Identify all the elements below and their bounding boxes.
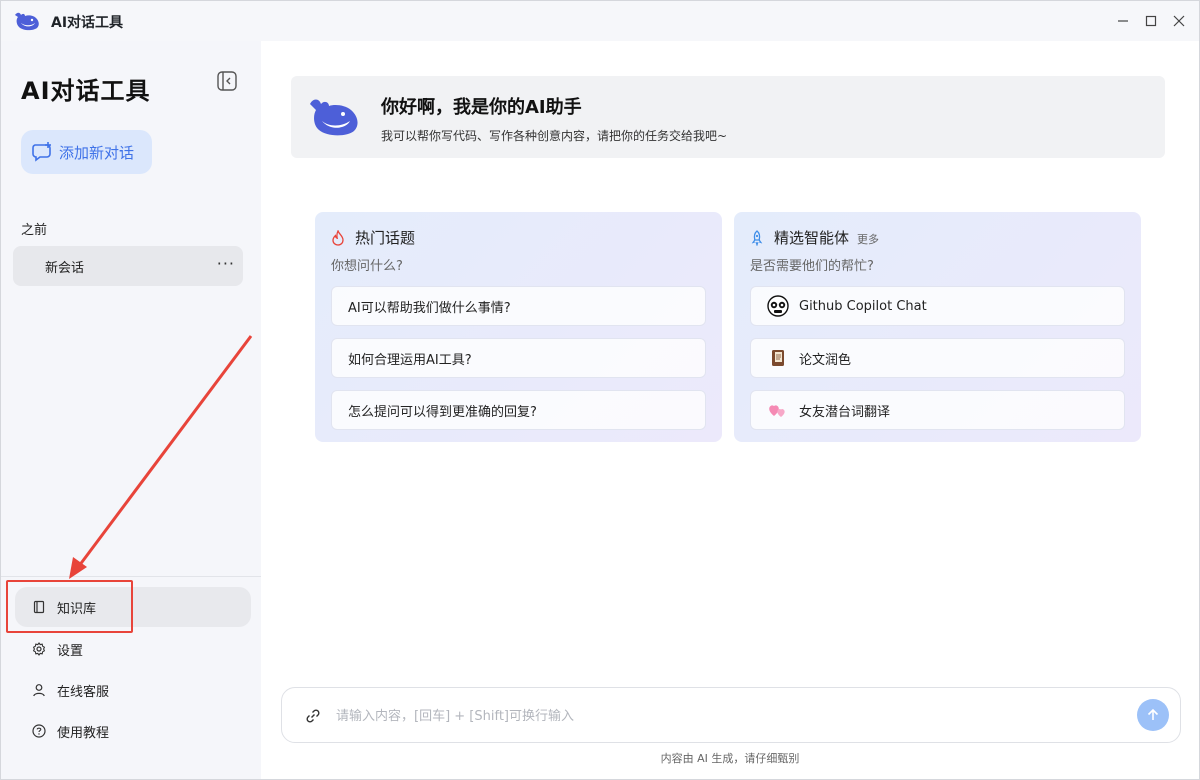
ai-disclaimer: 内容由 AI 生成，请仔细甄别 xyxy=(660,752,800,765)
history-section-label: 之前 xyxy=(21,223,48,238)
agent-item[interactable]: Github Copilot Chat xyxy=(750,286,1125,326)
hot-topics-card: 热门话题 你想问什么? AI可以帮助我们做什么事情? 如何合理运用AI工具? 怎… xyxy=(315,212,722,442)
sidebar-item-settings[interactable]: 设置 xyxy=(15,629,251,669)
close-icon xyxy=(1173,15,1185,27)
featured-agents-title: 精选智能体 xyxy=(774,229,850,247)
sidebar-item-knowledge-base[interactable]: 知识库 xyxy=(15,587,251,627)
add-new-chat-button[interactable]: 添加新对话 xyxy=(21,130,152,174)
sidebar-item-label: 知识库 xyxy=(57,601,97,617)
sidebar-brand-title: AI对话工具 xyxy=(21,77,151,105)
hearts-icon xyxy=(767,399,789,421)
more-agents-link[interactable]: 更多 xyxy=(857,231,879,247)
book-icon xyxy=(31,599,47,615)
agent-label: Github Copilot Chat xyxy=(799,298,927,314)
sidebar-item-online-support[interactable]: 在线客服 xyxy=(15,670,251,710)
app-window: AI对话工具 AI对话工具 添加新对话 之前 新会话 ··· 知识库 设置 在线… xyxy=(0,0,1200,780)
main-content: 你好啊，我是你的AI助手 我可以帮你写代码、写作各种创意内容，请把你的任务交给我… xyxy=(261,41,1199,779)
rocket-icon xyxy=(750,229,766,247)
flame-icon xyxy=(331,229,347,247)
hot-topics-title: 热门话题 xyxy=(355,229,416,247)
minimize-icon xyxy=(1118,20,1128,22)
card-header: 热门话题 xyxy=(331,227,415,248)
sidebar-item-label: 设置 xyxy=(57,643,84,659)
collapse-sidebar-icon xyxy=(217,71,237,91)
featured-agents-subtitle: 是否需要他们的帮忙? xyxy=(750,259,874,274)
topic-label: 怎么提问可以得到更准确的回复? xyxy=(348,404,537,420)
agent-item[interactable]: 女友潜台词翻译 xyxy=(750,390,1125,430)
close-button[interactable] xyxy=(1165,7,1193,35)
title-bar: AI对话工具 xyxy=(1,1,1199,41)
maximize-button[interactable] xyxy=(1137,7,1165,35)
hot-topics-subtitle: 你想问什么? xyxy=(331,259,403,274)
sidebar-item-label: 在线客服 xyxy=(57,684,110,700)
link-attachment-icon[interactable] xyxy=(304,707,322,725)
whale-logo-icon xyxy=(15,12,39,31)
welcome-subtitle: 我可以帮你写代码、写作各种创意内容，请把你的任务交给我吧~ xyxy=(381,129,728,143)
featured-agents-card: 精选智能体 更多 是否需要他们的帮忙? Github Copilot Chat xyxy=(734,212,1141,442)
conversation-item[interactable]: 新会话 ··· xyxy=(13,246,243,286)
sidebar-item-tutorial[interactable]: 使用教程 xyxy=(15,711,251,751)
agent-item[interactable]: 论文润色 xyxy=(750,338,1125,378)
conversation-title: 新会话 xyxy=(45,260,85,276)
help-circle-icon xyxy=(31,723,47,739)
agent-label: 论文润色 xyxy=(799,352,852,368)
arrow-up-icon xyxy=(1147,708,1159,720)
minimize-button[interactable] xyxy=(1109,7,1137,35)
sidebar: AI对话工具 添加新对话 之前 新会话 ··· 知识库 设置 在线客服 使用教程 xyxy=(1,41,261,779)
welcome-banner: 你好啊，我是你的AI助手 我可以帮你写代码、写作各种创意内容，请把你的任务交给我… xyxy=(291,76,1165,158)
add-new-chat-label: 添加新对话 xyxy=(59,143,135,162)
maximize-icon xyxy=(1145,15,1157,27)
sidebar-item-label: 使用教程 xyxy=(57,725,110,741)
topic-item[interactable]: 如何合理运用AI工具? xyxy=(331,338,706,378)
card-header: 精选智能体 更多 xyxy=(750,227,879,248)
topic-label: AI可以帮助我们做什么事情? xyxy=(348,300,511,316)
copilot-icon xyxy=(767,295,789,317)
gear-icon xyxy=(31,641,47,657)
topic-label: 如何合理运用AI工具? xyxy=(348,352,472,368)
user-icon xyxy=(31,682,47,698)
whale-logo-icon xyxy=(310,99,358,136)
welcome-title: 你好啊，我是你的AI助手 xyxy=(381,97,582,118)
send-button[interactable] xyxy=(1137,699,1169,731)
window-title: AI对话工具 xyxy=(51,15,124,31)
topic-item[interactable]: 怎么提问可以得到更准确的回复? xyxy=(331,390,706,430)
sidebar-divider xyxy=(1,576,261,577)
topic-item[interactable]: AI可以帮助我们做什么事情? xyxy=(331,286,706,326)
chat-input-box xyxy=(281,687,1181,743)
message-input[interactable] xyxy=(336,702,1116,730)
agent-label: 女友潜台词翻译 xyxy=(799,404,891,420)
notebook-icon xyxy=(767,347,789,369)
new-chat-icon xyxy=(32,142,51,162)
more-options-icon[interactable]: ··· xyxy=(217,254,235,273)
collapse-sidebar-button[interactable] xyxy=(215,69,239,93)
